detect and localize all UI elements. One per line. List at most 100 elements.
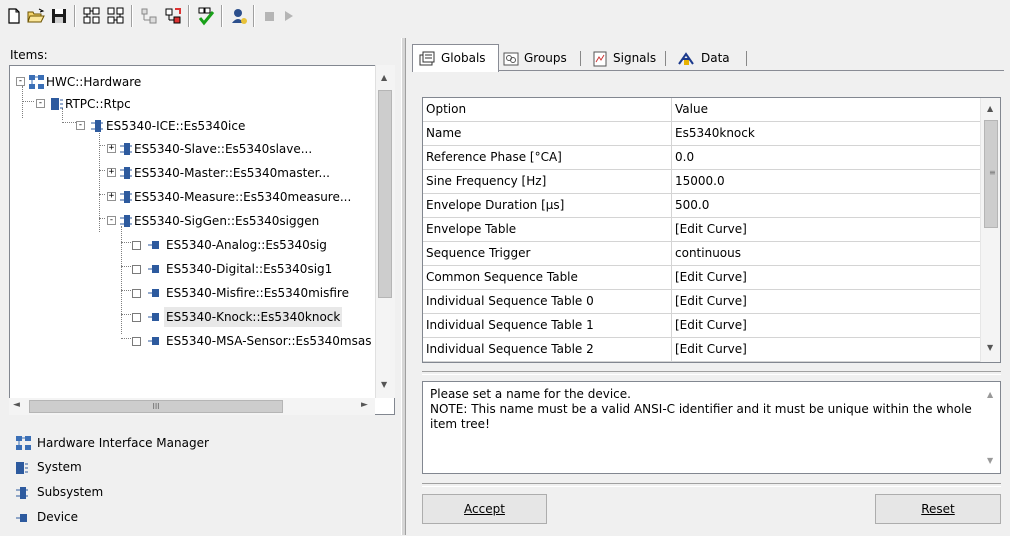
tree-node-label: ES5340-Analog::Es5340sig — [166, 238, 327, 252]
subsystem-icon — [119, 190, 133, 210]
expand-toggle[interactable]: + — [107, 168, 116, 177]
value-cell[interactable]: 0.0 — [672, 146, 980, 169]
table-row[interactable]: Individual Sequence Table 1 [Edit Curve] — [423, 314, 980, 338]
description-box: Please set a name for the device. NOTE: … — [422, 381, 1001, 474]
table-row[interactable]: Individual Sequence Table 2 [Edit Curve] — [423, 338, 980, 362]
table-row[interactable]: Name Es5340knock — [423, 122, 980, 146]
tab-label: Signals — [613, 51, 657, 65]
device-checkbox[interactable] — [132, 313, 141, 322]
tree-vertical-scrollbar[interactable]: ▲ ▼ — [375, 65, 395, 398]
subsystem-icon — [15, 485, 29, 507]
option-cell: Envelope Table — [423, 218, 672, 241]
tab-groups[interactable]: Groups — [500, 45, 584, 71]
value-cell[interactable]: continuous — [672, 242, 980, 265]
table-row[interactable]: Individual Sequence Table 0 [Edit Curve] — [423, 290, 980, 314]
scroll-down-arrow-icon[interactable]: ▼ — [987, 456, 993, 465]
value-cell[interactable]: [Edit Curve] — [672, 218, 980, 241]
tab-label: Globals — [441, 51, 486, 65]
option-cell: Common Sequence Table — [423, 266, 672, 289]
table-row[interactable]: Envelope Duration [µs] 500.0 — [423, 194, 980, 218]
value-cell[interactable]: [Edit Curve] — [672, 290, 980, 313]
description-scrollbar[interactable]: ▲ ▼ — [981, 382, 1000, 473]
value-cell[interactable]: [Edit Curve] — [672, 314, 980, 337]
tab-globals[interactable]: Globals — [412, 44, 499, 72]
device-checkbox[interactable] — [132, 337, 141, 346]
expand-tree-icon[interactable] — [82, 6, 102, 26]
description-text: Please set a name for the device. NOTE: … — [430, 387, 975, 432]
tab-data[interactable]: Data — [674, 45, 754, 71]
tree-node-label: ES5340-Misfire::Es5340misfire — [166, 286, 349, 300]
insert-item-icon[interactable] — [163, 6, 183, 26]
tree-node-label: ES5340-SigGen::Es5340siggen — [134, 214, 320, 228]
collapse-toggle[interactable]: - — [76, 121, 85, 130]
scroll-right-arrow-icon[interactable]: ► — [361, 400, 368, 410]
reset-button[interactable]: Reset — [875, 494, 1001, 524]
subsystem-icon — [119, 142, 133, 162]
user-icon[interactable] — [229, 6, 249, 26]
table-row[interactable]: Sequence Trigger continuous — [423, 242, 980, 266]
scroll-down-arrow-icon[interactable]: ▼ — [987, 343, 993, 352]
tree-node-label: ES5340-MSA-Sensor::Es5340msas — [166, 334, 372, 348]
device-icon — [147, 262, 161, 282]
item-tree[interactable]: - HWC::Hardware - RTPC::Rtpc - ES5340-IC… — [9, 65, 395, 415]
tree-horizontal-scrollbar[interactable]: ◄ III ► — [9, 398, 375, 415]
collapse-tree-icon[interactable] — [106, 6, 126, 26]
stop-icon[interactable] — [260, 6, 280, 26]
tab-signals[interactable]: Signals — [589, 45, 669, 71]
option-cell: Name — [423, 122, 672, 145]
description-line: Please set a name for the device. — [430, 387, 631, 401]
device-icon — [147, 238, 161, 258]
value-cell[interactable]: 15000.0 — [672, 170, 980, 193]
device-icon — [147, 310, 161, 330]
option-cell: Reference Phase [°CA] — [423, 146, 672, 169]
accept-button[interactable]: Accept — [422, 494, 547, 524]
value-cell[interactable]: [Edit Curve] — [672, 338, 980, 361]
option-cell: Individual Sequence Table 0 — [423, 290, 672, 313]
table-row[interactable]: Common Sequence Table [Edit Curve] — [423, 266, 980, 290]
new-file-icon[interactable] — [4, 6, 24, 26]
pane-splitter[interactable] — [401, 38, 406, 535]
subsystem-icon — [119, 166, 133, 186]
legend-label: Hardware Interface Manager — [37, 436, 209, 450]
value-cell[interactable]: Es5340knock — [672, 122, 980, 145]
scroll-up-arrow-icon[interactable]: ▲ — [987, 104, 993, 113]
expand-toggle[interactable]: + — [107, 192, 116, 201]
subsystem-icon — [119, 214, 133, 234]
table-row[interactable]: Envelope Table [Edit Curve] — [423, 218, 980, 242]
open-folder-icon[interactable] — [26, 6, 46, 26]
scroll-up-arrow-icon[interactable]: ▲ — [987, 390, 993, 399]
scroll-left-arrow-icon[interactable]: ◄ — [13, 400, 20, 410]
subsystem-icon — [90, 119, 104, 139]
toolbar — [0, 0, 1010, 32]
header-value: Value — [675, 102, 708, 116]
expand-toggle[interactable]: + — [107, 144, 116, 153]
scroll-thumb[interactable]: III — [29, 400, 283, 413]
scroll-up-arrow-icon[interactable]: ▲ — [381, 73, 387, 82]
grid-header: Option Value — [423, 98, 980, 122]
option-cell: Individual Sequence Table 2 — [423, 338, 672, 361]
tree-node-label: RTPC::Rtpc — [65, 97, 131, 111]
option-cell: Sequence Trigger — [423, 242, 672, 265]
value-cell[interactable]: [Edit Curve] — [672, 266, 980, 289]
device-checkbox[interactable] — [132, 289, 141, 298]
scroll-thumb[interactable] — [378, 90, 392, 298]
table-row[interactable]: Reference Phase [°CA] 0.0 — [423, 146, 980, 170]
device-icon — [15, 510, 29, 532]
collapse-toggle[interactable]: - — [36, 99, 45, 108]
device-checkbox[interactable] — [132, 241, 141, 250]
legend-label: System — [37, 460, 82, 474]
collapse-toggle[interactable]: - — [16, 77, 25, 86]
collapse-toggle[interactable]: - — [107, 216, 116, 225]
table-row[interactable]: Sine Frequency [Hz] 15000.0 — [423, 170, 980, 194]
grid-vertical-scrollbar[interactable]: ▲ ≡ ▼ — [980, 98, 1000, 362]
scroll-down-arrow-icon[interactable]: ▼ — [381, 380, 387, 389]
option-cell: Individual Sequence Table 1 — [423, 314, 672, 337]
validate-icon[interactable] — [196, 6, 216, 26]
tree-node-label: ES5340-Master::Es5340master... — [134, 166, 330, 180]
move-item-icon[interactable] — [139, 6, 159, 26]
play-icon[interactable] — [278, 6, 298, 26]
save-icon[interactable] — [49, 6, 69, 26]
device-checkbox[interactable] — [132, 265, 141, 274]
value-cell[interactable]: 500.0 — [672, 194, 980, 217]
system-icon — [15, 460, 29, 482]
